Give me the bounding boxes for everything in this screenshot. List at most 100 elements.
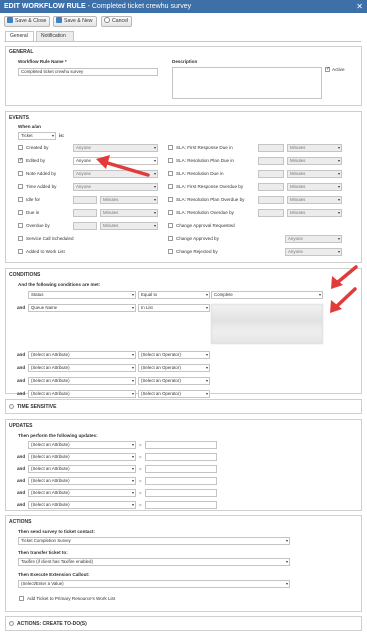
update-value-input[interactable] (145, 477, 217, 485)
equals-label: = (139, 490, 142, 495)
condition-operator-select[interactable]: (Select an Operator) ▾ (138, 377, 210, 385)
event-select[interactable]: Anyone ▾ (285, 235, 342, 243)
window-subtitle: - Completed ticket crewhu survey (85, 3, 192, 10)
event-select[interactable]: Minutes ▾ (287, 170, 342, 178)
survey-select[interactable]: Ticket Completion Survey ▾ (18, 537, 290, 545)
update-value-input[interactable] (145, 489, 217, 497)
event-checkbox[interactable] (18, 249, 23, 254)
event-checkbox[interactable] (168, 184, 173, 189)
condition-attribute-select[interactable]: (Select an Attribute) ▾ (28, 390, 136, 398)
event-select[interactable]: Anyone ▾ (73, 144, 158, 152)
dropdown-arrow-icon: ▾ (131, 466, 134, 471)
event-checkbox[interactable] (168, 171, 173, 176)
event-checkbox[interactable] (168, 197, 173, 202)
actions-todo-section[interactable]: ACTIONS: CREATE TO-DO(S) (5, 616, 362, 631)
update-value-input[interactable] (145, 441, 217, 449)
tab-general[interactable]: General (5, 31, 34, 41)
entity-select[interactable]: Ticket ▾ (18, 132, 56, 140)
event-amount-input[interactable] (258, 196, 284, 204)
update-attribute-select[interactable]: (Select an Attribute) ▾ (28, 465, 136, 473)
transfer-select[interactable]: Taxifire (if client has Taxifire enabled… (18, 558, 290, 566)
condition-operator-select[interactable]: (Select an Operator) ▾ (138, 364, 210, 372)
event-select[interactable]: Anyone ▾ (285, 248, 342, 256)
condition-operator-select[interactable]: (Select an Operator) ▾ (138, 390, 210, 398)
expand-icon[interactable] (9, 404, 14, 409)
event-checkbox[interactable] (18, 223, 23, 228)
event-checkbox[interactable] (18, 236, 23, 241)
active-checkbox[interactable]: ✓ (325, 67, 330, 72)
dropdown-arrow-icon: ▾ (205, 352, 208, 357)
cancel-button[interactable]: Cancel (101, 16, 133, 27)
event-checkbox[interactable]: ✓ (18, 158, 23, 163)
primary-worklist-checkbox[interactable] (19, 596, 24, 601)
and-label: and (17, 391, 26, 396)
event-select-value: Anyone (288, 236, 303, 241)
event-amount-input[interactable] (258, 170, 284, 178)
save-close-button[interactable]: Save & Close (4, 16, 51, 27)
update-attribute-select-value: (Select an Attribute) (31, 466, 70, 471)
description-textarea[interactable] (172, 67, 322, 99)
condition-operator-select[interactable]: Equal to ▾ (138, 291, 210, 299)
save-new-button[interactable]: Save & New (53, 16, 97, 27)
dropdown-arrow-icon: ▾ (337, 171, 340, 176)
condition-attribute-select[interactable]: Queue Name ▾ (28, 304, 136, 312)
event-checkbox[interactable] (168, 158, 173, 163)
close-icon[interactable]: ✕ (356, 0, 363, 13)
event-select[interactable]: Anyone ▾ (73, 183, 158, 191)
condition-attribute-select-value: Queue Name (31, 305, 58, 310)
event-amount-input[interactable] (73, 209, 97, 217)
condition-attribute-select[interactable]: Status ▾ (28, 291, 136, 299)
condition-attribute-select[interactable]: (Select an Attribute) ▾ (28, 364, 136, 372)
condition-attribute-select[interactable]: (Select an Attribute) ▾ (28, 377, 136, 385)
event-checkbox[interactable] (18, 197, 23, 202)
event-amount-input[interactable] (258, 144, 284, 152)
event-checkbox[interactable] (18, 184, 23, 189)
condition-value-select[interactable]: Complete ▾ (211, 291, 323, 299)
event-amount-input[interactable] (73, 196, 97, 204)
event-checkbox[interactable] (168, 249, 173, 254)
updates-section: UPDATES Then perform the following updat… (5, 419, 362, 511)
condition-attribute-select[interactable]: (Select an Attribute) ▾ (28, 351, 136, 359)
updates-heading: UPDATES (9, 423, 33, 429)
event-checkbox[interactable] (18, 210, 23, 215)
expand-icon[interactable] (9, 621, 14, 626)
event-select[interactable]: Minutes ▾ (100, 222, 158, 230)
update-attribute-select[interactable]: (Select an Attribute) ▾ (28, 501, 136, 509)
event-amount-input[interactable] (258, 183, 284, 191)
update-value-input[interactable] (145, 501, 217, 509)
event-amount-input[interactable] (258, 157, 284, 165)
time-sensitive-section[interactable]: TIME SENSITIVE (5, 399, 362, 414)
update-attribute-select[interactable]: (Select an Attribute) ▾ (28, 489, 136, 497)
event-checkbox[interactable] (168, 210, 173, 215)
event-select[interactable]: Minutes ▾ (287, 183, 342, 191)
event-select[interactable]: Minutes ▾ (287, 157, 342, 165)
condition-operator-select[interactable]: (Select an Operator) ▾ (138, 351, 210, 359)
tab-notification[interactable]: Notification (36, 31, 74, 41)
extension-select[interactable]: (Select/Enter a Value) ▾ (18, 580, 290, 588)
event-select[interactable]: Anyone ▾ (73, 170, 158, 178)
update-attribute-select[interactable]: (Select an Attribute) ▾ (28, 477, 136, 485)
update-value-input[interactable] (145, 453, 217, 461)
update-attribute-select[interactable]: (Select an Attribute) ▾ (28, 453, 136, 461)
rule-name-input[interactable]: Completed ticket crewhu survey (18, 68, 158, 76)
update-value-input[interactable] (145, 465, 217, 473)
dropdown-arrow-icon: ▾ (285, 559, 288, 564)
event-select[interactable]: Minutes ▾ (287, 209, 342, 217)
event-checkbox[interactable] (18, 145, 23, 150)
and-label: and (17, 502, 26, 507)
condition-operator-select-value: Equal to (141, 292, 158, 297)
event-select[interactable]: Minutes ▾ (100, 196, 158, 204)
event-amount-input[interactable] (258, 209, 284, 217)
event-select[interactable]: Anyone ▾ (73, 157, 158, 165)
event-checkbox[interactable] (18, 171, 23, 176)
event-checkbox[interactable] (168, 223, 173, 228)
condition-operator-select[interactable]: In List ▾ (138, 304, 210, 312)
event-checkbox[interactable] (168, 236, 173, 241)
event-checkbox[interactable] (168, 145, 173, 150)
event-amount-input[interactable] (73, 222, 97, 230)
event-select[interactable]: Minutes ▾ (100, 209, 158, 217)
event-select[interactable]: Minutes ▾ (287, 144, 342, 152)
event-select[interactable]: Minutes ▾ (287, 196, 342, 204)
equals-label: = (139, 478, 142, 483)
update-attribute-select[interactable]: (Select an Attribute) ▾ (28, 441, 136, 449)
